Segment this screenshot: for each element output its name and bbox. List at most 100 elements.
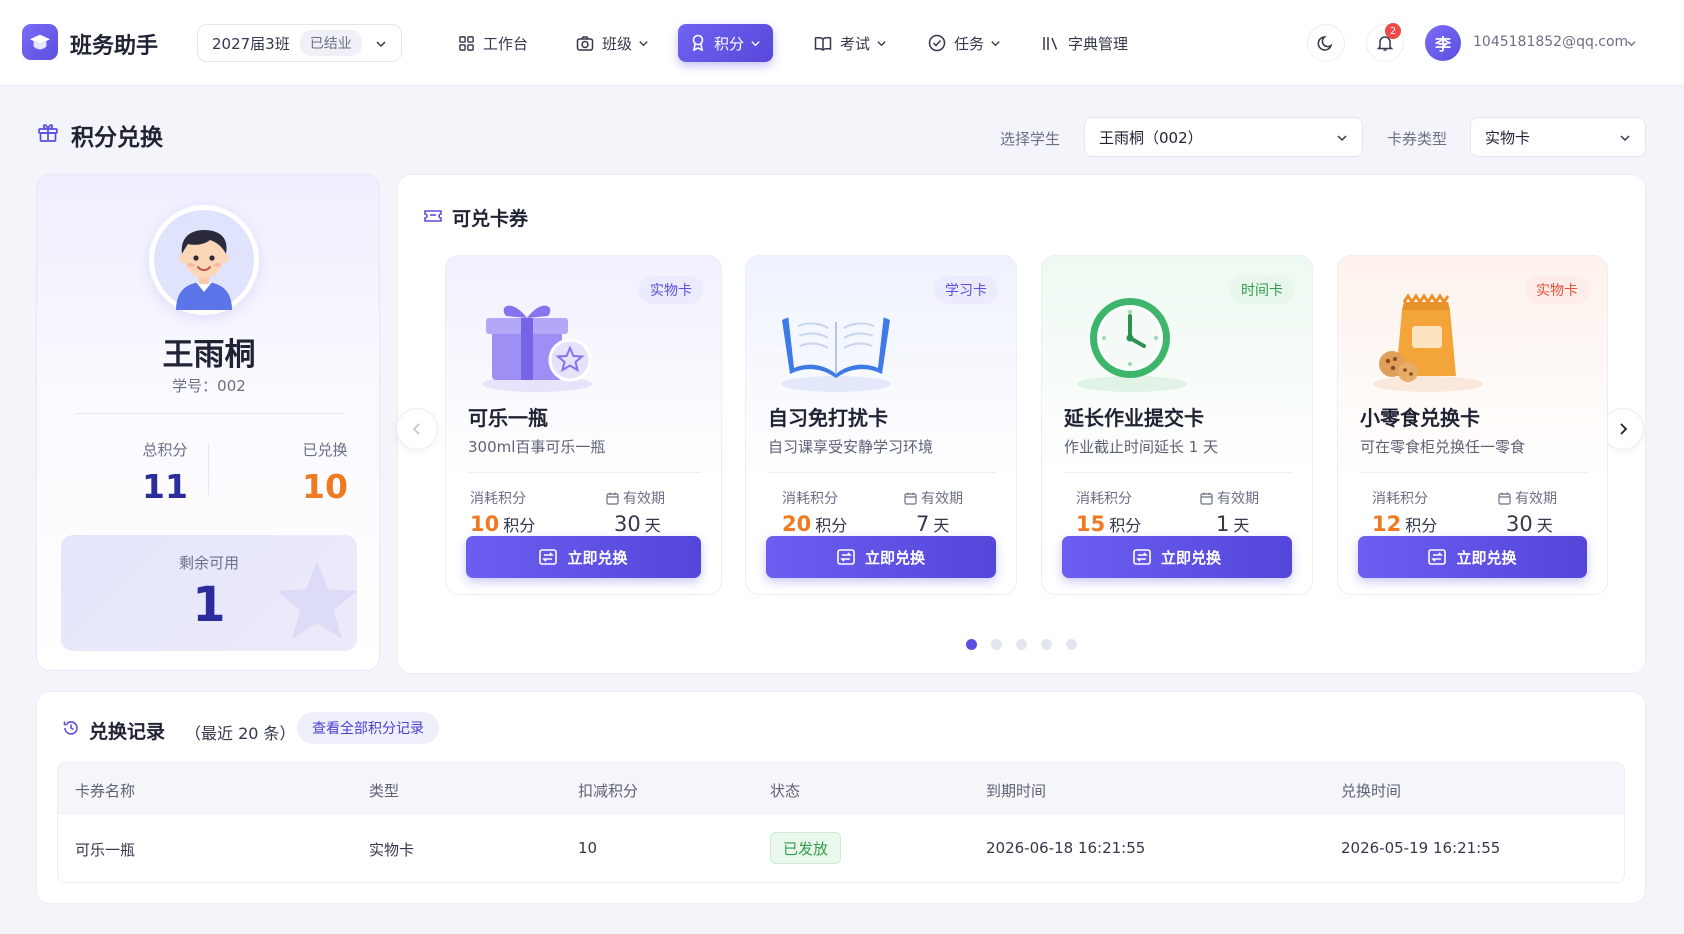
nav-tasks[interactable]: 任务	[916, 24, 1013, 62]
coupon-card: 实物卡 可乐一瓶 300ml百事可乐一瓶 消耗积分 有效期 10 积分 30 天 立…	[445, 255, 722, 595]
redeem-button-label: 立即兑换	[1456, 548, 1517, 567]
coupon-name: 可乐一瓶	[468, 406, 548, 430]
nav-exam[interactable]: 考试	[802, 24, 899, 62]
cost-label: 消耗积分	[1372, 491, 1428, 507]
cost-number: 12	[1372, 512, 1402, 536]
notification-count-badge: 2	[1385, 23, 1401, 39]
cell-expiry-time: 2026-06-18 16:21:55	[986, 839, 1146, 857]
chevron-down-icon	[375, 38, 387, 50]
divider	[208, 443, 209, 495]
cost-number: 20	[782, 512, 812, 536]
nav-label: 积分	[714, 34, 745, 53]
coupon-card: 学习卡 自习免打扰卡 自习课享受安静学习环境 消耗积分 有效期 20 积分 7天 …	[745, 255, 1017, 595]
view-all-points-records-link[interactable]: 查看全部积分记录	[297, 712, 439, 744]
validity-value: 30 天	[1506, 512, 1553, 536]
theme-toggle-button[interactable]	[1307, 24, 1345, 62]
days-unit: 天	[644, 516, 661, 535]
nav-workbench[interactable]: 工作台	[446, 24, 540, 62]
library-icon	[1042, 35, 1060, 52]
cost-value: 12 积分	[1372, 512, 1437, 536]
total-points-label: 总积分	[142, 441, 188, 459]
nav-class[interactable]: 班级	[564, 24, 661, 62]
chevron-down-icon	[1619, 132, 1631, 144]
coupon-type-tag: 实物卡	[1525, 276, 1589, 304]
remaining-points-box: 剩余可用 1	[61, 535, 357, 651]
coupon-name: 小零食兑换卡	[1360, 406, 1480, 430]
cost-number: 15	[1076, 512, 1106, 536]
class-select[interactable]: 2027届3班 已结业	[197, 24, 402, 62]
coupon-type-select-value: 实物卡	[1485, 128, 1531, 147]
validity-label: 有效期	[1498, 488, 1557, 508]
redeem-button[interactable]: 立即兑换	[766, 536, 996, 578]
calendar-icon	[1200, 492, 1213, 505]
moon-icon	[1317, 34, 1335, 52]
chevron-down-icon	[876, 38, 887, 49]
coupon-type-select[interactable]: 实物卡	[1470, 117, 1646, 157]
calendar-icon	[1498, 492, 1511, 505]
carousel-pagination	[398, 639, 1645, 650]
user-avatar[interactable]: 李	[1425, 25, 1461, 61]
nav-points[interactable]: 积分	[678, 24, 774, 62]
validity-value: 30 天	[614, 512, 661, 536]
student-card: 王雨桐 学号：002 总积分 11 已兑换 10 剩余可用 1	[36, 174, 380, 671]
coupon-card: 时间卡 延长作业提交卡 作业截止时间延长 1 天 消耗积分 有效期 15 积分 1…	[1041, 255, 1313, 595]
open-book-image	[772, 284, 902, 394]
redeemed-points-value: 10	[302, 467, 348, 506]
pagination-dot[interactable]	[1066, 639, 1077, 650]
coupon-description: 300ml百事可乐一瓶	[468, 438, 606, 456]
medal-icon	[690, 34, 706, 52]
validity-label-text: 有效期	[921, 491, 963, 507]
user-email[interactable]: 1045181852@qq.com	[1473, 34, 1628, 50]
chevron-down-icon	[1336, 132, 1348, 144]
exchange-icon	[1133, 549, 1151, 565]
notifications-button[interactable]: 2	[1366, 23, 1404, 62]
camera-icon	[576, 35, 594, 52]
student-select[interactable]: 王雨桐（002）	[1084, 117, 1363, 157]
redeem-button[interactable]: 立即兑换	[466, 536, 701, 578]
records-title: 兑换记录	[89, 721, 166, 743]
coupon-description: 作业截止时间延长 1 天	[1064, 438, 1219, 456]
column-header: 类型	[369, 782, 400, 800]
pagination-dot[interactable]	[1041, 639, 1052, 650]
chevron-down-icon[interactable]	[1626, 38, 1637, 49]
cost-value: 20 积分	[782, 512, 847, 536]
nav-label: 工作台	[483, 34, 529, 53]
nav-label: 班级	[602, 34, 633, 53]
pagination-dot[interactable]	[991, 639, 1002, 650]
column-header: 卡券名称	[75, 782, 136, 800]
pagination-dot[interactable]	[966, 639, 977, 650]
gift-box-image	[472, 284, 602, 394]
validity-label-text: 有效期	[623, 491, 665, 507]
chevron-down-icon	[990, 38, 1001, 49]
page-title: 积分兑换	[71, 125, 163, 151]
nav-label: 考试	[840, 34, 871, 53]
divider	[768, 472, 996, 473]
chevron-right-icon	[1617, 422, 1629, 436]
cell-type: 实物卡	[369, 841, 415, 859]
redeem-button[interactable]: 立即兑换	[1062, 536, 1292, 578]
nav-dictionary[interactable]: 字典管理	[1030, 24, 1140, 62]
coupon-type-tag: 实物卡	[639, 276, 703, 304]
history-icon	[62, 719, 80, 737]
pagination-dot[interactable]	[1016, 639, 1027, 650]
coupon-description: 自习课享受安静学习环境	[768, 438, 934, 456]
exchange-icon	[1428, 549, 1447, 565]
cost-number: 10	[470, 512, 500, 536]
carousel-prev-button[interactable]	[396, 408, 438, 450]
graduation-cap-logo-icon	[22, 24, 58, 60]
cell-redeem-time: 2026-05-19 16:21:55	[1341, 839, 1501, 857]
validity-value: 7天	[916, 512, 949, 536]
cost-value: 10 积分	[470, 512, 535, 536]
redeem-button[interactable]: 立即兑换	[1358, 536, 1587, 578]
exchange-icon	[837, 549, 855, 565]
calendar-icon	[904, 492, 917, 505]
carousel-next-button[interactable]	[1602, 408, 1644, 450]
validity-label: 有效期	[1200, 488, 1259, 508]
nav-label: 字典管理	[1068, 34, 1129, 53]
validity-days: 30	[1506, 512, 1533, 536]
coupon-type-tag: 时间卡	[1230, 276, 1294, 304]
points-unit: 积分	[1405, 516, 1438, 535]
redemption-records: 兑换记录 （最近 20 条） 查看全部积分记录 卡券名称 类型 扣减积分 状态 …	[36, 691, 1646, 904]
divider	[1360, 472, 1587, 473]
validity-label-text: 有效期	[1515, 491, 1557, 507]
